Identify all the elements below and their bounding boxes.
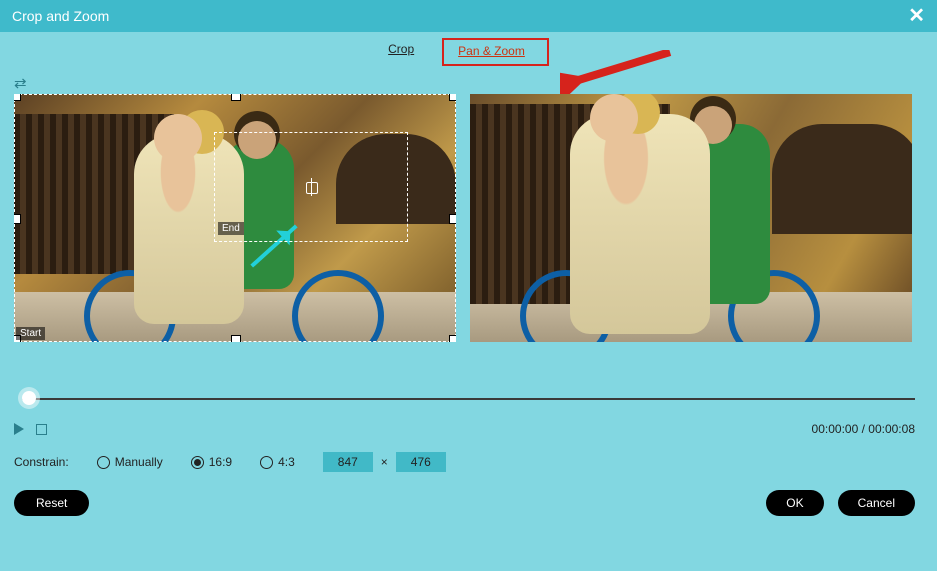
result-preview <box>470 94 912 342</box>
ratio-4-3-label: 4:3 <box>278 455 295 469</box>
time-sep: / <box>858 422 868 436</box>
ratio-4-3[interactable]: 4:3 <box>260 455 295 469</box>
ratio-16-9-label: 16:9 <box>209 455 232 469</box>
width-input[interactable] <box>323 452 373 472</box>
playhead[interactable] <box>22 391 36 405</box>
tab-pan-zoom[interactable]: Pan & Zoom <box>442 38 549 66</box>
times-icon: × <box>381 455 388 469</box>
stop-icon[interactable] <box>36 424 47 435</box>
window-title: Crop and Zoom <box>12 8 109 24</box>
close-icon[interactable]: ✕ <box>908 6 925 26</box>
ratio-manually[interactable]: Manually <box>97 455 163 469</box>
ratio-16-9[interactable]: 16:9 <box>191 455 232 469</box>
ok-button[interactable]: OK <box>766 490 823 516</box>
timecode: 00:00:00 / 00:00:08 <box>812 422 915 436</box>
height-input[interactable] <box>396 452 446 472</box>
timeline-track[interactable] <box>22 398 915 400</box>
photo-bg <box>772 124 912 234</box>
constrain-label: Constrain: <box>14 455 69 469</box>
play-icon[interactable] <box>14 423 24 435</box>
reset-button[interactable]: Reset <box>14 490 89 516</box>
time-total: 00:00:08 <box>868 422 915 436</box>
swap-icon[interactable]: ⇄ <box>14 74 937 92</box>
start-frame-label: Start <box>16 327 45 340</box>
tab-crop[interactable]: Crop <box>388 42 414 66</box>
source-preview[interactable]: Start End <box>14 94 456 342</box>
time-current: 00:00:00 <box>812 422 859 436</box>
ratio-manually-label: Manually <box>115 455 163 469</box>
cancel-button[interactable]: Cancel <box>838 490 915 516</box>
photo-bg <box>570 114 710 334</box>
end-frame-label: End <box>218 222 244 235</box>
